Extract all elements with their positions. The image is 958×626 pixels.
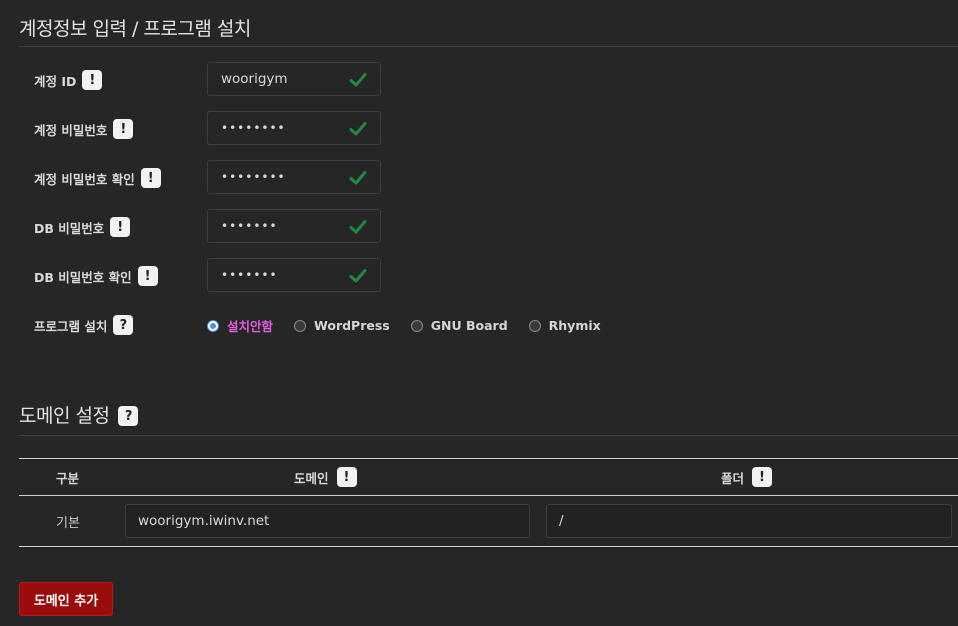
domain-section-heading: 도메인 설정 ? [19,401,139,428]
account-password-confirm-value: •••••••• [221,170,286,184]
table-header-row: 구분 도메인 ! 폴더 ! [19,458,958,496]
db-password-confirm-input[interactable]: ••••••• [207,258,381,292]
radio-button[interactable] [207,319,219,332]
section-divider [19,435,958,436]
radio-button[interactable] [528,319,541,332]
domain-section-title: 도메인 설정 [19,405,110,427]
radio-option-wordpress[interactable]: WordPress [294,318,390,333]
db-password-confirm-value: ••••••• [221,268,278,282]
radio-option-gnuboard[interactable]: GNU Board [410,318,508,333]
domain-input[interactable]: woorigym.iwinv.net [125,504,530,538]
account-id-row: 계정 ID ! woorigym [0,62,958,96]
account-id-input[interactable]: woorigym [207,62,381,96]
radio-button[interactable] [294,319,307,332]
program-radio-group: 설치안함 WordPress GNU Board Rhymix [207,316,622,335]
column-header-type: 구분 [19,458,125,496]
table-row: 기본 woorigym.iwinv.net / [19,496,958,547]
help-badge[interactable]: ? [113,315,134,335]
radio-label: GNU Board [430,318,508,333]
header-label: 도메인 [294,470,329,486]
db-password-label: DB 비밀번호 [34,220,105,236]
check-icon [349,73,367,87]
info-badge[interactable]: ! [336,467,357,487]
column-header-domain: 도메인 ! [125,458,546,496]
account-section-title: 계정정보 입력 / 프로그램 설치 [19,18,251,40]
db-password-input[interactable]: ••••••• [207,209,381,243]
info-badge[interactable]: ! [140,168,161,188]
db-password-confirm-row: DB 비밀번호 확인 ! ••••••• [0,258,958,292]
account-id-value: woorigym [221,71,288,87]
db-password-value: ••••••• [221,219,278,233]
account-password-value: •••••••• [221,121,286,135]
program-install-label: 프로그램 설치 [34,318,108,334]
account-password-input[interactable]: •••••••• [207,111,381,145]
check-icon [349,171,367,185]
section-divider [19,46,958,47]
account-password-label: 계정 비밀번호 [34,122,108,138]
column-header-folder: 폴더 ! [546,458,958,496]
info-badge[interactable]: ! [752,467,773,487]
radio-option-rhymix[interactable]: Rhymix [528,318,601,333]
check-icon [349,269,367,283]
info-badge[interactable]: ! [110,217,131,237]
radio-label: Rhymix [548,318,601,333]
folder-input[interactable]: / [546,504,952,538]
header-label: 구분 [56,470,80,486]
db-password-confirm-label: DB 비밀번호 확인 [34,269,132,285]
account-password-row: 계정 비밀번호 ! •••••••• [0,111,958,145]
row-type-cell: 기본 [56,515,80,531]
check-icon [349,122,367,136]
program-install-row: 프로그램 설치 ? 설치안함 WordPress GNU Board Rhymi… [0,307,958,341]
domain-table: 구분 도메인 ! 폴더 ! 기본 woorigym.iwinv.net / [19,458,958,547]
add-domain-button[interactable]: 도메인 추가 [19,582,113,616]
help-badge[interactable]: ? [118,406,139,426]
db-password-row: DB 비밀번호 ! ••••••• [0,209,958,243]
radio-option-none[interactable]: 설치안함 [207,316,273,335]
check-icon [349,220,367,234]
info-badge[interactable]: ! [82,70,103,90]
account-id-label: 계정 ID [34,73,77,89]
radio-label: 설치안함 [227,319,274,334]
account-password-confirm-row: 계정 비밀번호 확인 ! •••••••• [0,160,958,194]
account-password-confirm-label: 계정 비밀번호 확인 [34,171,135,187]
account-password-confirm-input[interactable]: •••••••• [207,160,381,194]
radio-label: WordPress [314,318,390,333]
info-badge[interactable]: ! [137,266,158,286]
info-badge[interactable]: ! [113,119,134,139]
radio-button[interactable] [410,319,423,332]
header-label: 폴더 [721,470,745,486]
